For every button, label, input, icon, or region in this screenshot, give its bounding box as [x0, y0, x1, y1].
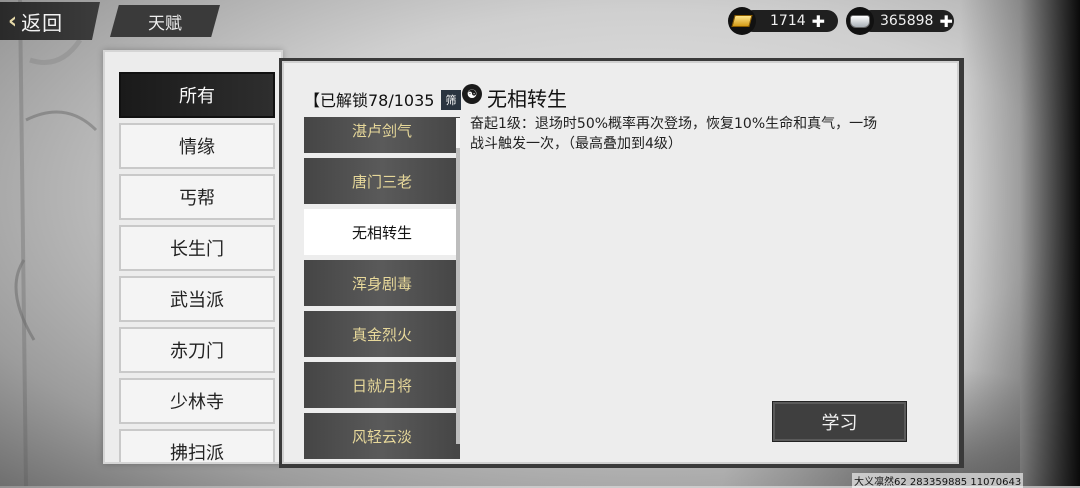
yin-yang-icon: ☯	[462, 84, 482, 104]
category-tab-shaolin[interactable]: 少林寺	[119, 378, 275, 424]
category-tab-wudang[interactable]: 武当派	[119, 276, 275, 322]
learn-button[interactable]: 学习	[772, 401, 907, 442]
category-tab-partial[interactable]: 拂扫派	[119, 429, 275, 462]
category-tab-chidao[interactable]: 赤刀门	[119, 327, 275, 373]
talent-item[interactable]: 湛卢剑气	[304, 117, 460, 153]
back-button[interactable]: ‹ 返回	[0, 2, 100, 40]
category-panel: 所有 情缘 丐帮 长生门 武当派 赤刀门 少林寺 拂扫派	[103, 50, 283, 464]
talent-description: 奋起1级：退场时50%概率再次登场，恢复10%生命和真气，一场战斗触发一次，（最…	[470, 116, 878, 152]
page-title: 天赋	[110, 5, 220, 37]
talent-item-selected[interactable]: 无相转生	[304, 209, 460, 255]
gold-ingot-icon	[728, 7, 756, 35]
silver-ingot-icon	[846, 7, 874, 35]
category-tab-beggar-sect[interactable]: 丐帮	[119, 174, 275, 220]
gold-currency: 1714 ✚	[728, 6, 838, 36]
top-bar: ‹ 返回 天赋 1714 ✚ 365898 ✚	[0, 0, 1080, 44]
category-tab-changsheng[interactable]: 长生门	[119, 225, 275, 271]
back-label: 返回	[21, 10, 64, 35]
bamboo-decoration	[14, 0, 98, 486]
talent-item[interactable]: 真金烈火	[304, 311, 460, 357]
talent-title: 无相转生	[487, 87, 567, 111]
silver-amount: 365898	[880, 13, 934, 29]
talent-item[interactable]: 风轻云淡	[304, 413, 460, 459]
gold-amount: 1714	[770, 13, 806, 29]
talent-list: 湛卢剑气 唐门三老 无相转生 浑身剧毒 真金烈火 日就月将 风轻云淡	[304, 117, 466, 473]
category-tab-all[interactable]: 所有	[119, 72, 275, 118]
scroll-thumb[interactable]	[456, 118, 460, 148]
talent-list-scrollbar[interactable]	[456, 118, 460, 444]
talent-item[interactable]: 唐门三老	[304, 158, 460, 204]
talent-item[interactable]: 浑身剧毒	[304, 260, 460, 306]
filter-button[interactable]: 筛	[441, 90, 461, 110]
silver-currency: 365898 ✚	[846, 6, 954, 36]
category-tab-romance[interactable]: 情缘	[119, 123, 275, 169]
unlock-counter: 【已解锁78/1035	[304, 91, 435, 110]
chevron-left-icon: ‹	[8, 8, 18, 34]
add-gold-icon[interactable]: ✚	[812, 12, 825, 31]
talent-item[interactable]: 日就月将	[304, 362, 460, 408]
category-list: 所有 情缘 丐帮 长生门 武当派 赤刀门 少林寺 拂扫派	[119, 72, 275, 462]
add-silver-icon[interactable]: ✚	[939, 12, 952, 31]
